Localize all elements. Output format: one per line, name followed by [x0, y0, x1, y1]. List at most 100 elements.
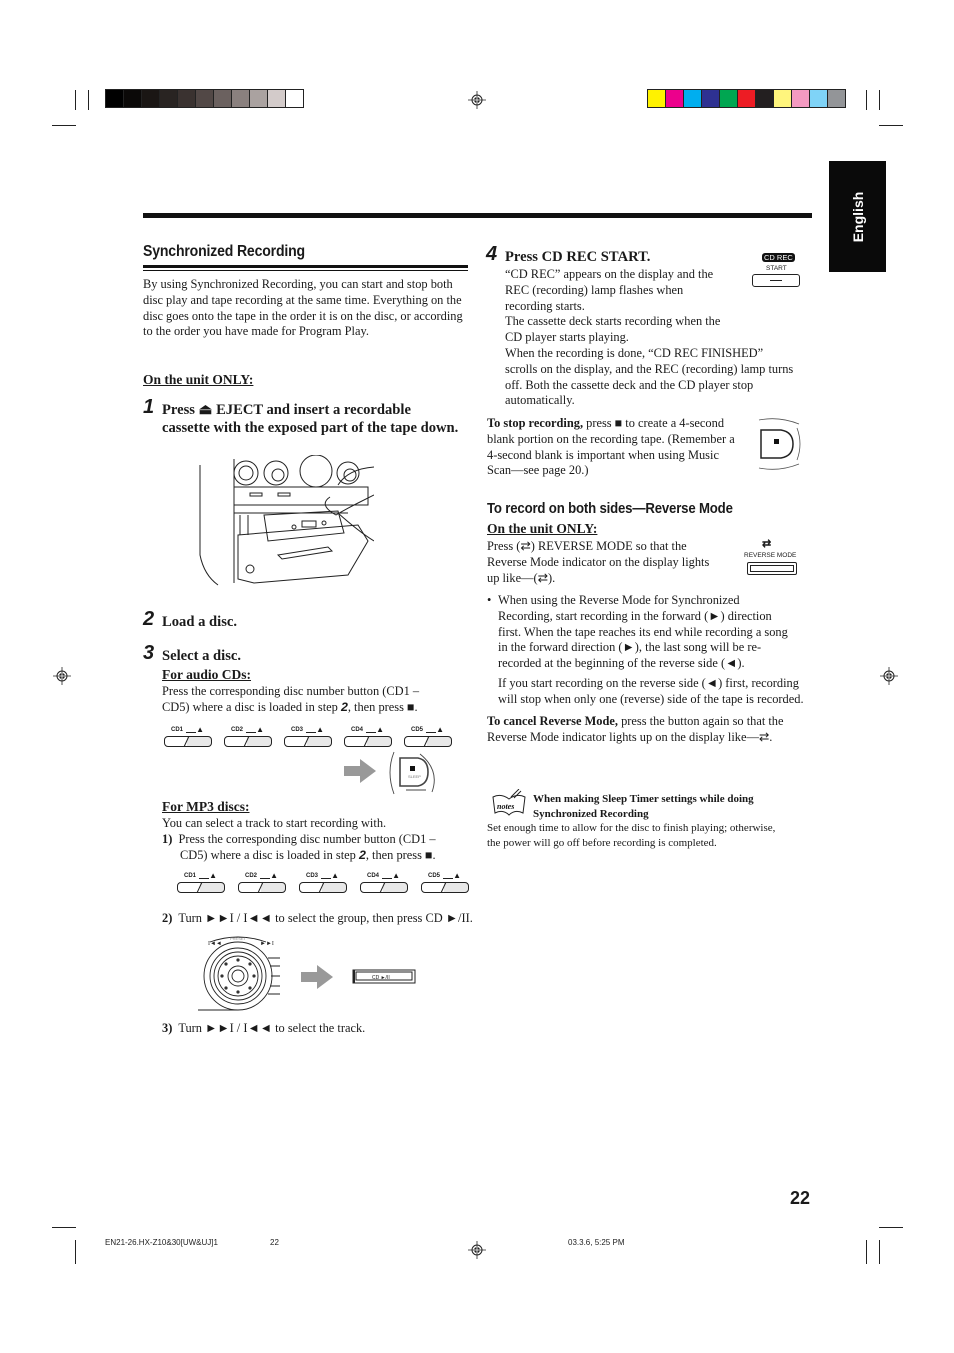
description-line: automatically.	[505, 393, 575, 408]
footer-file: EN21-26.HX-Z10&30[UW&UJ]1	[105, 1238, 218, 1247]
crop-mark	[52, 1227, 76, 1228]
calibration-swatch	[828, 90, 845, 107]
calibration-swatch	[738, 90, 756, 107]
calibration-swatch	[810, 90, 828, 107]
cd-4-button: CD4 ▲	[360, 871, 408, 895]
description-line: scrolls on the display, and the REC (rec…	[505, 361, 794, 376]
calibration-swatch	[214, 90, 232, 107]
section-title: Synchronized Recording	[143, 243, 305, 260]
crop-mark	[75, 1240, 76, 1264]
cd-3-button: CD3 ▲	[284, 725, 332, 749]
cd-button-label: CD5	[411, 727, 424, 733]
cd-button-label: CD2	[231, 727, 244, 733]
cd-rec-start-button: CD REC START	[750, 253, 802, 289]
step-4-title: Press CD REC START.	[505, 249, 651, 265]
eject-icon: ▲	[453, 871, 461, 880]
crop-mark	[88, 90, 89, 110]
arrow-right-icon	[301, 965, 333, 989]
cd-2-button: CD2 ▲	[224, 725, 272, 749]
cd-5-button: CD5 ▲	[404, 725, 452, 749]
arrow-right-icon	[344, 759, 376, 783]
grayscale-calibration-bar	[105, 89, 304, 108]
bullet-line: first. When the tape reaches its end whi…	[498, 624, 788, 639]
reverse-mode-button: ⇄ REVERSE MODE	[742, 538, 802, 578]
cd-rec-label: CD REC	[762, 253, 795, 262]
cassette-insert-illustration	[199, 455, 374, 586]
mp3-discs-heading: For MP3 discs:	[162, 799, 250, 814]
notes-icon: notes	[492, 789, 526, 816]
mp3-step-2: 2) Turn ►►I / I◄◄ to select the group, t…	[162, 911, 473, 925]
registration-mark-icon	[468, 1241, 486, 1259]
reverse-mode-title: To record on both sides—Reverse Mode	[487, 500, 733, 517]
description-line: CD player starts playing.	[505, 330, 629, 345]
eject-icon: ▲	[209, 871, 217, 880]
bullet-line: recorded at the beginning of the reverse…	[498, 656, 745, 671]
cd-button-label: CD2	[245, 873, 258, 879]
cd-3-button: CD3 ▲	[299, 871, 347, 895]
stop-recording-note: To stop recording, press ■ to create a 4…	[487, 416, 735, 478]
calibration-swatch	[160, 90, 178, 107]
calibration-swatch	[286, 90, 303, 107]
reverse-unit-only-heading: On the unit ONLY:	[487, 521, 598, 536]
cd-button-label: CD3	[306, 873, 319, 879]
svg-text:notes: notes	[497, 802, 514, 811]
step-number: 3	[143, 642, 155, 664]
step-number: 4	[486, 243, 498, 265]
notes-body: Set enough time to allow for the disc to…	[487, 822, 776, 849]
calibration-swatch	[702, 90, 720, 107]
description-line: off. Both the cassette deck and the CD p…	[505, 377, 754, 392]
reverse-mode-icon: ⇄	[762, 538, 772, 550]
cd-button-label: CD1	[184, 873, 197, 879]
cancel-reverse-mode: To cancel Reverse Mode, press the button…	[487, 714, 784, 744]
footer-page: 22	[270, 1238, 279, 1247]
cd-play-pause-label: CD ►/II	[372, 975, 390, 981]
bullet-icon: •	[487, 593, 492, 607]
calibration-swatch	[666, 90, 684, 107]
cd-4-button: CD4 ▲	[344, 725, 392, 749]
cd-button-label: CD4	[351, 727, 364, 733]
crop-mark	[52, 125, 76, 126]
cd-button-label: CD5	[428, 873, 441, 879]
eject-icon: ▲	[331, 871, 339, 880]
calibration-swatch	[178, 90, 196, 107]
cd-play-pause-button-illustration: CD ►/II	[352, 969, 416, 984]
preset-label: PRESET	[230, 936, 247, 941]
crop-mark	[879, 1227, 903, 1228]
mp3-step-3: 3) Turn ►►I / I◄◄ to select the track.	[162, 1021, 366, 1035]
step-number: 2	[143, 608, 155, 630]
calibration-swatch	[648, 90, 666, 107]
language-tab: English	[829, 161, 886, 272]
crop-mark	[879, 125, 903, 126]
registration-mark-icon	[880, 667, 898, 685]
registration-mark-icon	[53, 667, 71, 685]
audio-cds-instruction: Press the corresponding disc number butt…	[162, 684, 420, 714]
calibration-swatch	[792, 90, 810, 107]
multi-control-dial-illustration: PRESET I◄◄ ►►I	[198, 936, 280, 1011]
header-rule	[143, 213, 812, 218]
eject-icon: ▲	[376, 725, 384, 734]
reverse-mode-bullet: • When using the Reverse Mode for Synchr…	[487, 593, 804, 708]
footer-timestamp: 03.3.6, 5:25 PM	[568, 1238, 625, 1247]
eject-icon: ▲	[196, 725, 204, 734]
eject-icon: ▲	[256, 725, 264, 734]
cd-1-button: CD1 ▲	[164, 725, 212, 749]
bullet-line: If you start recording on the reverse si…	[498, 675, 799, 690]
prev-icon: I◄◄	[208, 941, 222, 947]
crop-mark	[866, 1240, 867, 1264]
reverse-mode-instruction: Press (⇄) REVERSE MODE so that the Rever…	[487, 539, 710, 585]
calibration-swatch	[124, 90, 142, 107]
calibration-swatch	[196, 90, 214, 107]
cd-5-button: CD5 ▲	[421, 871, 469, 895]
cd-button-label: CD4	[367, 873, 380, 879]
start-label: START	[766, 265, 787, 272]
crop-mark	[866, 90, 867, 110]
reverse-mode-label: REVERSE MODE	[744, 552, 797, 559]
color-calibration-bar	[647, 89, 846, 108]
description-line: recording starts.	[505, 298, 585, 313]
calibration-swatch	[106, 90, 124, 107]
notes-title: When making Sleep Timer settings while d…	[533, 793, 754, 820]
section-rule	[143, 265, 468, 268]
cd-1-button: CD1 ▲	[177, 871, 225, 895]
page-number: 22	[790, 1188, 811, 1208]
unit-only-heading: On the unit ONLY:	[143, 372, 254, 387]
